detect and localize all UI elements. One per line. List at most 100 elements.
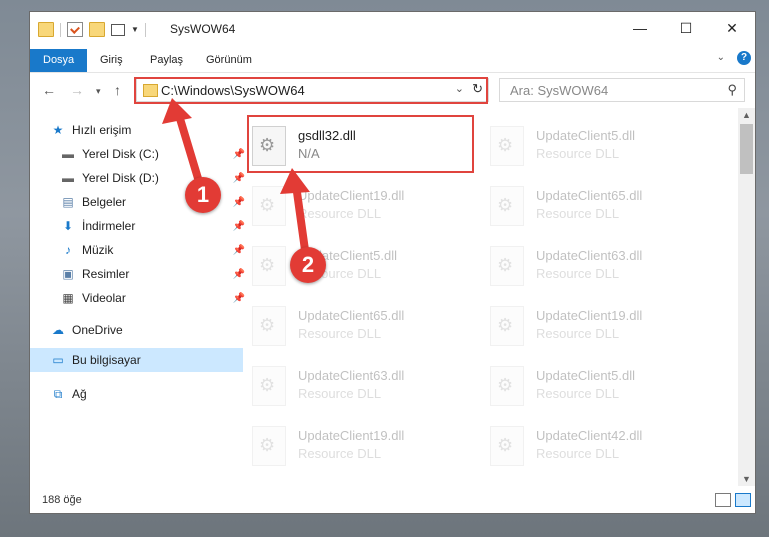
sidebar-item-label: Müzik bbox=[82, 243, 114, 257]
maximize-icon[interactable]: ☐ bbox=[663, 12, 709, 44]
sidebar-item-drive-c[interactable]: ▬ Yerel Disk (C:) 📌 bbox=[30, 142, 253, 166]
videos-icon: ▦ bbox=[62, 291, 74, 305]
expand-ribbon-icon[interactable]: ⌄ bbox=[717, 52, 725, 63]
file-name: UpdateClient5.dll bbox=[536, 368, 636, 383]
file-item[interactable]: UpdateClient65.dll Resource DLL bbox=[484, 178, 714, 232]
dll-file-icon bbox=[490, 306, 524, 346]
dll-file-icon bbox=[490, 366, 524, 406]
step-1-badge: 1 bbox=[185, 177, 221, 213]
dll-file-icon bbox=[252, 426, 286, 466]
file-name: UpdateClient19.dll bbox=[536, 308, 643, 323]
sidebar-item-pictures[interactable]: ▣ Resimler 📌 bbox=[30, 262, 253, 286]
star-icon: ★ bbox=[52, 123, 64, 137]
details-view-icon[interactable] bbox=[715, 493, 731, 507]
sidebar-item-label: Bu bilgisayar bbox=[72, 353, 141, 367]
file-type: Resource DLL bbox=[298, 386, 382, 401]
file-item[interactable]: UpdateClient65.dll Resource DLL bbox=[246, 298, 476, 352]
tab-share[interactable]: Paylaş bbox=[138, 49, 195, 72]
sidebar-item-label: Ağ bbox=[72, 387, 87, 401]
help-icon[interactable]: ? bbox=[737, 51, 751, 65]
sidebar-item-label: Resimler bbox=[82, 267, 130, 281]
sidebar-item-label: Yerel Disk (C:) bbox=[82, 147, 159, 161]
tab-file[interactable]: Dosya bbox=[30, 49, 88, 72]
forward-arrow-icon[interactable]: → bbox=[70, 82, 84, 98]
computer-icon: ▭ bbox=[52, 353, 64, 367]
title-bar: ▼ SysWOW64 — ☐ ✕ bbox=[30, 12, 755, 46]
sidebar-item-network[interactable]: ⧉ Ağ bbox=[30, 382, 243, 406]
minimize-icon[interactable]: — bbox=[617, 12, 663, 44]
chevron-down-icon[interactable]: ▾ bbox=[96, 86, 101, 97]
file-name: UpdateClient19.dll bbox=[298, 188, 405, 203]
toolbar-divider bbox=[144, 22, 146, 37]
drive-icon: ▬ bbox=[62, 147, 74, 161]
customize-icon[interactable] bbox=[111, 23, 125, 36]
file-item[interactable]: UpdateClient63.dll Resource DLL bbox=[484, 238, 714, 292]
file-name: UpdateClient19.dll bbox=[298, 428, 405, 443]
file-item[interactable]: UpdateClient19.dll Resource DLL bbox=[246, 178, 476, 232]
file-type: Resource DLL bbox=[536, 326, 620, 341]
file-item[interactable]: UpdateClient5.dll Resource DLL bbox=[484, 118, 714, 172]
scrollbar-thumb[interactable] bbox=[740, 124, 753, 174]
dll-file-icon bbox=[490, 246, 524, 286]
status-item-count: 188 öğe bbox=[42, 494, 82, 506]
music-icon: ♪ bbox=[65, 243, 71, 257]
drive-icon: ▬ bbox=[62, 171, 74, 185]
file-name: UpdateClient65.dll bbox=[536, 188, 643, 203]
file-item[interactable]: UpdateClient63.dll Resource DLL bbox=[246, 358, 476, 412]
sidebar-item-label: Videolar bbox=[82, 291, 126, 305]
toolbar-divider bbox=[60, 22, 61, 37]
close-icon[interactable]: ✕ bbox=[709, 12, 755, 44]
ribbon-tabs: Dosya Giriş Paylaş Görünüm ⌄ ? bbox=[30, 46, 755, 73]
sidebar-item-label: Yerel Disk (D:) bbox=[82, 171, 159, 185]
sidebar-item-music[interactable]: ♪ Müzik 📌 bbox=[30, 238, 253, 262]
file-item[interactable]: UpdateClient19.dll Resource DLL bbox=[246, 418, 476, 472]
tiles-view-icon[interactable] bbox=[735, 493, 751, 507]
scroll-down-icon[interactable]: ▼ bbox=[742, 474, 751, 484]
file-item[interactable]: UpdateClient5.dll Resource DLL bbox=[484, 358, 714, 412]
search-icon[interactable]: ⚲ bbox=[727, 82, 737, 98]
sidebar-item-label: OneDrive bbox=[72, 323, 123, 337]
file-type: Resource DLL bbox=[536, 146, 620, 161]
properties-icon[interactable] bbox=[67, 22, 83, 37]
documents-icon: ▤ bbox=[62, 195, 74, 209]
sidebar-item-downloads[interactable]: ⬇ İndirmeler 📌 bbox=[30, 214, 253, 238]
file-item[interactable]: UpdateClient19.dll Resource DLL bbox=[484, 298, 714, 352]
network-icon: ⧉ bbox=[53, 386, 63, 401]
sidebar-item-onedrive[interactable]: ☁ OneDrive bbox=[30, 318, 243, 342]
address-highlight-box bbox=[134, 77, 488, 104]
navigation-pane: ★ Hızlı erişim ▬ Yerel Disk (C:) 📌 ▬ Yer… bbox=[30, 114, 245, 484]
sidebar-item-quick-access[interactable]: ★ Hızlı erişim bbox=[30, 118, 243, 142]
dll-file-icon bbox=[252, 366, 286, 406]
window-title: SysWOW64 bbox=[170, 22, 236, 36]
view-switcher bbox=[715, 493, 751, 507]
sidebar-item-videos[interactable]: ▦ Videolar 📌 bbox=[30, 286, 253, 310]
back-arrow-icon[interactable]: ← bbox=[42, 82, 56, 98]
dll-file-icon bbox=[490, 126, 524, 166]
vertical-scrollbar[interactable]: ▲ ▼ bbox=[738, 108, 755, 486]
dll-file-icon bbox=[490, 186, 524, 226]
quick-access-toolbar: ▼ bbox=[38, 22, 146, 37]
file-highlight-box bbox=[247, 115, 474, 173]
new-folder-icon[interactable] bbox=[89, 22, 105, 37]
pictures-icon: ▣ bbox=[62, 267, 74, 281]
file-item[interactable]: UpdateClient42.dll Resource DLL bbox=[484, 418, 714, 472]
tab-home[interactable]: Giriş bbox=[88, 49, 135, 72]
file-item[interactable]: UpdateClient5.dll Resource DLL bbox=[246, 238, 476, 292]
sidebar-item-label: İndirmeler bbox=[82, 219, 136, 233]
dll-file-icon bbox=[490, 426, 524, 466]
file-type: Resource DLL bbox=[536, 446, 620, 461]
cloud-icon: ☁ bbox=[52, 323, 64, 337]
file-name: UpdateClient5.dll bbox=[536, 128, 636, 143]
file-name: UpdateClient42.dll bbox=[536, 428, 643, 443]
scroll-up-icon[interactable]: ▲ bbox=[742, 110, 751, 120]
up-arrow-icon[interactable]: ↑ bbox=[114, 82, 121, 98]
file-name: UpdateClient63.dll bbox=[298, 368, 405, 383]
search-input[interactable]: Ara: SysWOW64 ⚲ bbox=[499, 78, 745, 102]
chevron-down-icon[interactable]: ▼ bbox=[131, 25, 139, 34]
file-type: Resource DLL bbox=[298, 446, 382, 461]
sidebar-item-this-pc[interactable]: ▭ Bu bilgisayar bbox=[30, 348, 243, 372]
sidebar-item-drive-d[interactable]: ▬ Yerel Disk (D:) 📌 bbox=[30, 166, 253, 190]
file-type: Resource DLL bbox=[536, 266, 620, 281]
tab-view[interactable]: Görünüm bbox=[194, 49, 264, 72]
file-type: Resource DLL bbox=[536, 206, 620, 221]
